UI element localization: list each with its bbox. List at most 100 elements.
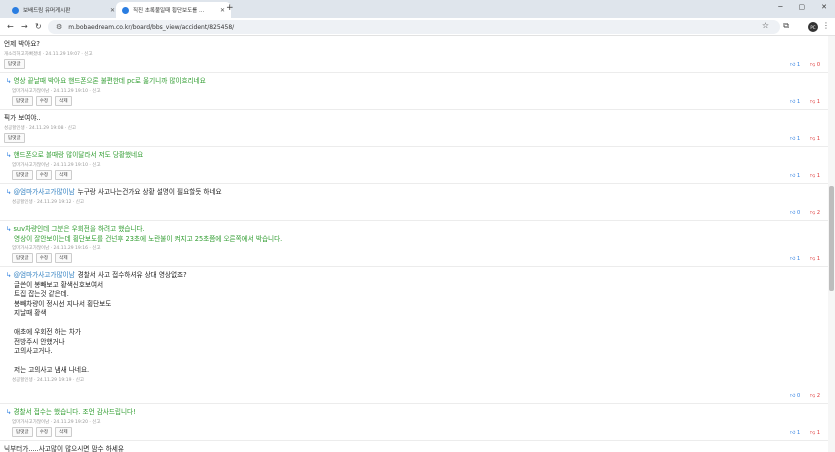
menu-icon[interactable]: ⋮ [822, 21, 830, 30]
comment-text: 언제 박아요? [4, 40, 40, 48]
comment-body: 픽가 보여야.. [4, 114, 828, 124]
new-tab-icon[interactable]: + [226, 3, 234, 13]
upvote-count: 1 [796, 430, 801, 436]
vote-box: 👍︎ 0 👎︎ 2 [790, 210, 820, 216]
upvote-count: 0 [796, 210, 801, 216]
mention-link[interactable]: @엄마가사고가많이남 [13, 188, 74, 196]
profile-avatar[interactable]: PC [808, 22, 818, 32]
comment-item: ↳ 영상 끝날때 박아요 핸드폰으론 불편한데 pc로 옮기니까 많이흐리네요 엄마… [0, 73, 828, 110]
thumbs-up-button[interactable]: 👍︎ 1 [790, 173, 800, 179]
comment-body: ↳ suv차량인데 그분은 우회전을 하려고 했습니다. 영상이 잘안보이는데 횡단… [4, 225, 828, 244]
thumbs-up-icon: 👍︎ [790, 256, 796, 262]
comment-body: 언제 박아요? [4, 40, 828, 50]
reply-button[interactable]: 답댓글 [12, 426, 33, 437]
comment-text: 핸드폰으로 볼때랑 많이달라서 저도 당황했네요 [13, 151, 144, 159]
close-window-icon[interactable]: ✕ [821, 3, 827, 11]
thumbs-down-button[interactable]: 👎︎ 0 [810, 62, 820, 68]
reply-arrow-icon: ↳ [6, 188, 12, 196]
forward-icon[interactable]: → [21, 22, 28, 31]
comment-line: 글쓴이 봉빼보고 황색신호보여서 [6, 281, 828, 291]
comment-line: ↳ 영상 끝날때 박아요 핸드폰으론 불편한데 pc로 옮기니까 많이흐리네요 [6, 77, 828, 87]
comment-item: ↳ suv차량인데 그분은 우회전을 하려고 했습니다. 영상이 잘안보이는데 횡단… [0, 221, 828, 267]
scrollbar-thumb[interactable] [829, 186, 834, 291]
thumbs-down-button[interactable]: 👎︎ 2 [810, 210, 820, 216]
thumbs-up-button[interactable]: 👍︎ 1 [790, 99, 800, 105]
edit-button[interactable]: 수정 [35, 169, 53, 180]
vote-box: 👍︎ 1 👎︎ 1 [790, 256, 820, 262]
reply-button[interactable]: 답댓글 [12, 253, 33, 263]
toolbar: ← → ↻ ⚙ m.bobaedream.co.kr/board/bbs_vie… [0, 18, 835, 36]
upvote-count: 1 [796, 99, 801, 105]
bookmark-star-icon[interactable]: ☆ [762, 21, 769, 30]
thumbs-up-button[interactable]: 👍︎ 0 [790, 210, 800, 216]
comment-line: 저는 고의사고 냄새 나네요. [6, 366, 828, 376]
tab-current-post[interactable]: 직진 초록불일때 횡단보도를 ... ✕ [116, 2, 231, 18]
thumbs-down-button[interactable]: 👎︎ 1 [810, 173, 820, 179]
minimize-icon[interactable]: ─ [778, 3, 782, 11]
reply-button[interactable]: 답댓글 [4, 132, 25, 143]
comment-actions: 답댓글 [4, 58, 828, 69]
edit-button[interactable]: 수정 [35, 426, 53, 437]
close-tab-icon[interactable]: ✕ [220, 7, 225, 14]
vote-box: 👍︎ 1 👎︎ 0 [790, 62, 820, 68]
comment-meta: 엄마가사고가많이남 · 24.11.29 19:10 · 신고 [12, 88, 101, 94]
thumbs-up-icon: 👍︎ [790, 136, 796, 142]
reply-arrow-icon: ↳ [6, 271, 12, 279]
comment-line: ↳ suv차량인데 그분은 우회전을 하려고 했습니다. [6, 225, 828, 235]
comment-line: ↳ 핸드폰으로 볼때랑 많이달라서 저도 당황했네요 [6, 151, 828, 161]
site-info-icon[interactable]: ⚙ [56, 23, 62, 31]
thumbs-up-button[interactable]: 👍︎ 1 [790, 256, 800, 262]
close-tab-icon[interactable]: ✕ [110, 7, 115, 14]
delete-button[interactable]: 삭제 [55, 95, 72, 106]
reply-button[interactable]: 답댓글 [12, 95, 33, 106]
comment-line: 영상이 잘안보이는데 횡단보도를 건넌후 23초에 노란불이 켜지고 25초쯤에… [6, 235, 828, 245]
thumbs-down-button[interactable]: 👎︎ 1 [810, 99, 820, 105]
thumbs-down-button[interactable]: 👎︎ 1 [810, 430, 820, 436]
thumbs-up-button[interactable]: 👍︎ 1 [790, 136, 800, 142]
upvote-count: 1 [796, 62, 801, 68]
comment-line: 지날때 황색 [6, 309, 828, 319]
edit-button[interactable]: 수정 [35, 253, 53, 263]
tab-bar: 보배드림 유머게시판 ✕ 직진 초록불일때 횡단보도를 ... ✕ + ─ ▢ … [0, 0, 835, 18]
comment-text: 애초에 우회전 하는 차가 [14, 328, 81, 336]
thumbs-up-button[interactable]: 👍︎ 1 [790, 430, 800, 436]
maximize-icon[interactable]: ▢ [799, 3, 806, 11]
comment-line: 트집 잡는것 같은데. [6, 290, 828, 300]
delete-button[interactable]: 삭제 [55, 426, 72, 437]
delete-button[interactable]: 삭제 [55, 169, 72, 180]
back-icon[interactable]: ← [7, 22, 14, 31]
reload-icon[interactable]: ↻ [35, 22, 42, 31]
comment-meta: 엄마가사고가많이남 · 24.11.29 19:16 · 신고 [12, 246, 101, 251]
thumbs-down-icon: 👎︎ [810, 430, 816, 436]
thumbs-down-icon: 👎︎ [810, 173, 816, 179]
downvote-count: 1 [816, 136, 820, 142]
reply-arrow-icon: ↳ [6, 225, 12, 233]
comment-line: 언제 박아요? [4, 40, 828, 50]
comment-text: 픽가 보여야.. [4, 114, 41, 122]
scrollbar[interactable] [828, 36, 835, 452]
edit-button[interactable]: 수정 [35, 95, 53, 106]
thumbs-down-button[interactable]: 👎︎ 2 [810, 393, 820, 399]
address-bar[interactable]: ⚙ m.bobaedream.co.kr/board/bbs_view/acci… [48, 20, 780, 34]
delete-button[interactable]: 삭제 [55, 253, 72, 263]
reply-button[interactable]: 답댓글 [12, 169, 33, 180]
extensions-icon[interactable]: ⧉ [783, 21, 789, 31]
comment-line: 고의사고거나. [6, 347, 828, 357]
comment-item: ↳ @엄마가사고가많이남 경찰서 사고 접수하셔유 상대 영상없죠? 글쓴이 봉빼보고… [0, 267, 828, 404]
thumbs-down-icon: 👎︎ [810, 99, 816, 105]
tab-humor-board[interactable]: 보배드림 유머게시판 ✕ [6, 2, 121, 18]
comment-text: 트집 잡는것 같은데. [14, 290, 69, 298]
comment-text: suv차량인데 그분은 우회전을 하려고 했습니다. [13, 225, 145, 233]
thumbs-down-button[interactable]: 👎︎ 1 [810, 256, 820, 262]
mention-link[interactable]: @엄마가사고가많이남 [13, 271, 74, 279]
comment-actions: 답댓글 수정 삭제 [4, 95, 828, 106]
thumbs-up-button[interactable]: 👍︎ 1 [790, 62, 800, 68]
reply-button[interactable]: 답댓글 [4, 58, 25, 69]
thumbs-down-icon: 👎︎ [810, 210, 816, 216]
thumbs-down-button[interactable]: 👎︎ 1 [810, 136, 820, 142]
window-controls: ─ ▢ ✕ [778, 3, 827, 11]
comment-text: 글쓴이 봉빼보고 황색신호보여서 [14, 280, 104, 289]
thumbs-up-button[interactable]: 👍︎ 0 [790, 393, 800, 399]
vote-box: 👍︎ 1 👎︎ 1 [790, 173, 820, 179]
comment-actions: 답댓글 수정 삭제 [4, 253, 828, 263]
